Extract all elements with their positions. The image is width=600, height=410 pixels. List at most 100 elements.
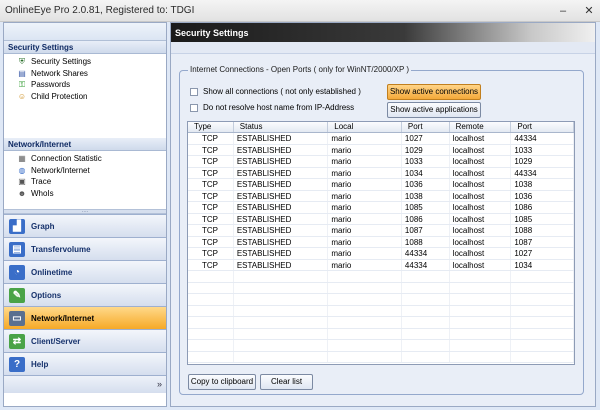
tree-item-whois[interactable]: ☻ WhoIs [4,188,166,200]
table-row[interactable]: TCP ESTABLISHED mario 1036 localhost 1038 [188,179,574,191]
column-header-local-port[interactable]: Port [402,122,450,132]
table-cell: 44334 [511,167,574,178]
table-cell [402,317,450,328]
table-cell [450,271,512,282]
left-pane: Security Settings ⛨ Security Settings ▤ … [3,22,167,407]
table-row[interactable]: TCP ESTABLISHED mario 1033 localhost 1029 [188,156,574,168]
table-row[interactable]: TCP ESTABLISHED mario 44334 localhost 1027 [188,248,574,260]
column-header-local[interactable]: Local [328,122,402,132]
show-all-connections-checkbox[interactable]: Show all connections ( not only establis… [190,87,361,96]
table-cell: TCP [188,248,234,259]
close-icon[interactable]: ✕ [582,4,596,18]
table-row[interactable]: TCP ESTABLISHED mario 1029 localhost 1033 [188,144,574,156]
nav-button-client-server[interactable]: ⇄ Client/Server [4,329,166,352]
clear-list-button[interactable]: Clear list [260,374,313,390]
checkbox-box[interactable] [190,87,198,96]
tree-item-security-settings[interactable]: ⛨ Security Settings [4,56,166,68]
show-active-connections-button[interactable]: Show active connections [387,84,481,100]
table-cell [402,328,450,339]
nav-label: Network/Internet [31,313,95,323]
nav-button-help[interactable]: ? Help [4,352,166,375]
table-cell: TCP [188,167,234,178]
table-cell: localhost [450,179,512,190]
tree-item-network-shares[interactable]: ▤ Network Shares [4,68,166,80]
table-cell [402,340,450,351]
table-row[interactable]: TCP ESTABLISHED mario 1027 localhost 44334 [188,133,574,145]
trace-icon: ▣ [18,177,26,187]
column-header-remote-port[interactable]: Port [511,122,574,132]
table-cell: mario [328,259,402,270]
tree-item-passwords[interactable]: ⚿ Passwords [4,79,166,91]
table-cell: localhost [450,133,512,144]
table-row[interactable]: TCP ESTABLISHED mario 1034 localhost 44334 [188,167,574,179]
table-cell [511,294,574,305]
table-cell: 1085 [402,202,450,213]
no-resolve-hostname-checkbox[interactable]: Do not resolve host name from IP-Address [190,103,354,112]
share-icon: ▤ [18,68,26,78]
empty-table-row [188,305,574,317]
table-cell: 1029 [402,144,450,155]
nav-button-transfervolume[interactable]: ▤ Transfervolume [4,237,166,260]
table-cell [328,282,402,293]
table-row[interactable]: TCP ESTABLISHED mario 1086 localhost 1085 [188,213,574,225]
table-cell: localhost [450,259,512,270]
table-cell [450,317,512,328]
table-cell [188,351,234,362]
table-cell [234,271,329,282]
nav-button-options[interactable]: ✎ Options [4,283,166,306]
table-cell: mario [328,167,402,178]
table-cell: 1027 [402,133,450,144]
tree-item-trace[interactable]: ▣ Trace [4,176,166,188]
table-cell [328,305,402,316]
table-cell: 1038 [402,190,450,201]
column-header-type[interactable]: Type [188,122,234,132]
tree-item-network-internet[interactable]: ◍ Network/Internet [4,165,166,177]
table-cell: TCP [188,156,234,167]
table-cell: TCP [188,259,234,270]
table-cell [328,340,402,351]
table-cell: localhost [450,236,512,247]
table-cell [450,351,512,362]
tree-item-connection-statistic[interactable]: ▦ Connection Statistic [4,153,166,165]
nav-button-network-internet[interactable]: ▭ Network/Internet [4,306,166,329]
connections-table[interactable]: Type Status Local Port Remote Port TCP ES… [187,121,575,365]
header-strip [171,42,595,54]
table-cell: 1033 [402,156,450,167]
table-cell [234,351,329,362]
table-cell: ESTABLISHED [234,248,329,259]
nav-button-onlinetime[interactable]: ◔ Onlinetime [4,260,166,283]
nav-overflow-button[interactable]: » [4,375,166,393]
copy-to-clipboard-button[interactable]: Copy to clipboard [188,374,256,390]
minimize-icon[interactable]: – [556,4,570,18]
table-cell: 1087 [402,225,450,236]
table-cell [328,317,402,328]
table-row[interactable]: TCP ESTABLISHED mario 44334 localhost 1034 [188,259,574,271]
table-cell: localhost [450,156,512,167]
table-cell [234,328,329,339]
table-row[interactable]: TCP ESTABLISHED mario 1088 localhost 1087 [188,236,574,248]
table-row[interactable]: TCP ESTABLISHED mario 1085 localhost 1086 [188,202,574,214]
nav-button-graph[interactable]: ▟ Graph [4,214,166,237]
table-cell [511,271,574,282]
table-cell [402,305,450,316]
security-tree: ⛨ Security Settings ▤ Network Shares ⚿ P… [4,54,166,138]
table-row[interactable]: TCP ESTABLISHED mario 1087 localhost 1088 [188,225,574,237]
table-cell [188,305,234,316]
column-header-remote[interactable]: Remote [450,122,512,132]
checkbox-label: Do not resolve host name from IP-Address [203,103,355,112]
table-cell [188,328,234,339]
column-header-status[interactable]: Status [234,122,329,132]
title-bar: OnlineEye Pro 2.0.81, Registered to: TDG… [0,0,600,22]
checkbox-box[interactable] [190,103,198,112]
table-cell [402,351,450,362]
table-cell [234,282,329,293]
table-cell: 1086 [511,202,574,213]
table-cell [450,340,512,351]
table-cell: TCP [188,213,234,224]
options-icon: ✎ [9,287,25,303]
table-cell: mario [328,236,402,247]
table-row[interactable]: TCP ESTABLISHED mario 1038 localhost 1036 [188,190,574,202]
table-cell: 1033 [511,144,574,155]
show-active-applications-button[interactable]: Show active applications [387,102,481,118]
tree-item-child-protection[interactable]: ☺ Child Protection [4,91,166,103]
